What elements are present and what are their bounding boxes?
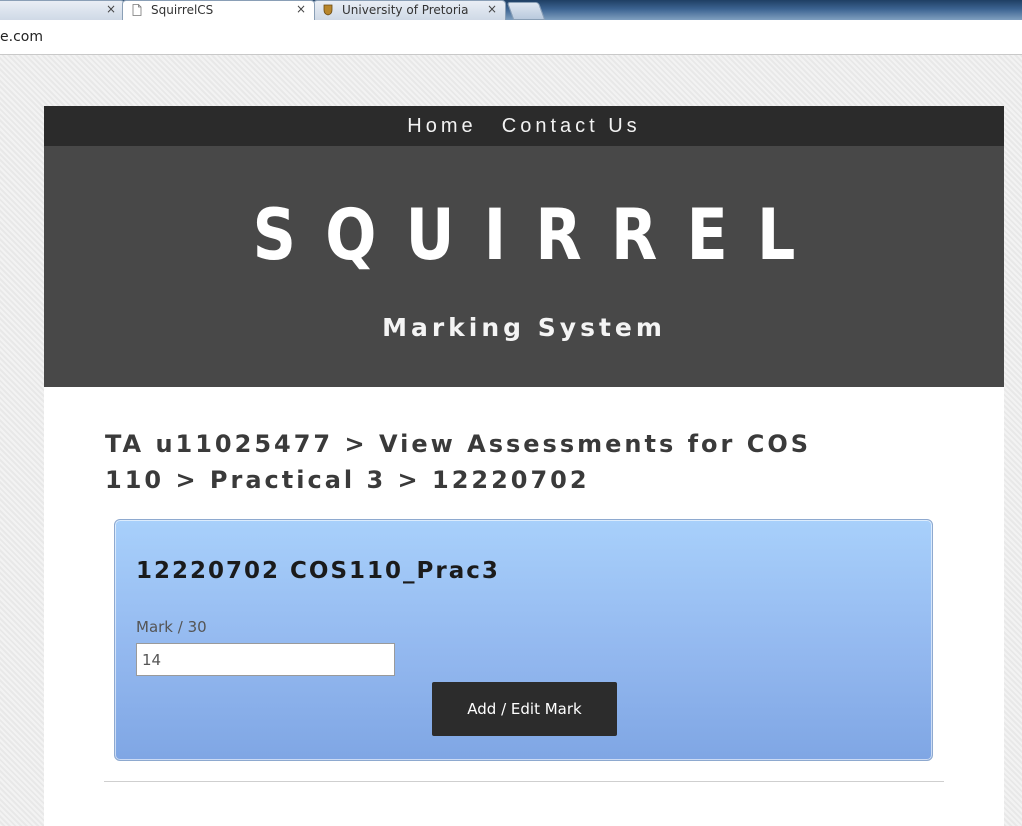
assessment-title: 12220702 COS110_Prac3	[136, 558, 500, 584]
mark-input[interactable]	[136, 643, 395, 676]
tab-close-icon[interactable]: ×	[296, 2, 306, 16]
url-text[interactable]: e.com	[0, 29, 43, 45]
browser-tab[interactable]: University of Pretoria - De ×	[313, 0, 506, 20]
mark-label: Mark / 30	[136, 618, 207, 636]
page-icon	[132, 4, 142, 16]
tab-close-icon[interactable]: ×	[106, 2, 116, 16]
hero-banner: SQUIRREL Marking System	[44, 146, 1004, 387]
browser-tab[interactable]: ×	[0, 0, 125, 20]
browser-tab-active[interactable]: SquirrelCS ×	[122, 0, 315, 20]
tab-label: SquirrelCS	[151, 3, 214, 17]
tab-close-icon[interactable]: ×	[487, 2, 497, 16]
university-crest-icon	[323, 4, 333, 16]
site-logo-text: SQUIRREL	[252, 194, 825, 276]
add-edit-mark-button[interactable]: Add / Edit Mark	[432, 682, 617, 736]
address-bar[interactable]: e.com	[0, 20, 1022, 55]
nav-home-link[interactable]: Home	[407, 106, 476, 146]
site-container: Home Contact Us SQUIRREL Marking System …	[44, 106, 1004, 826]
browser-tab-strip: × University of Pretoria - De × Squirrel…	[0, 0, 1022, 20]
top-navigation: Home Contact Us	[44, 106, 1004, 146]
breadcrumb: TA u11025477 > View Assessments for COS …	[105, 430, 812, 494]
new-tab-button[interactable]	[506, 2, 546, 20]
page-background: Home Contact Us SQUIRREL Marking System …	[0, 55, 1022, 826]
divider	[104, 781, 944, 782]
tab-label: University of Pretoria - De	[342, 3, 472, 17]
nav-contact-link[interactable]: Contact Us	[502, 106, 641, 146]
site-tagline: Marking System	[382, 313, 666, 342]
mark-entry-panel: 12220702 COS110_Prac3 Mark / 30 Add / Ed…	[114, 519, 933, 761]
